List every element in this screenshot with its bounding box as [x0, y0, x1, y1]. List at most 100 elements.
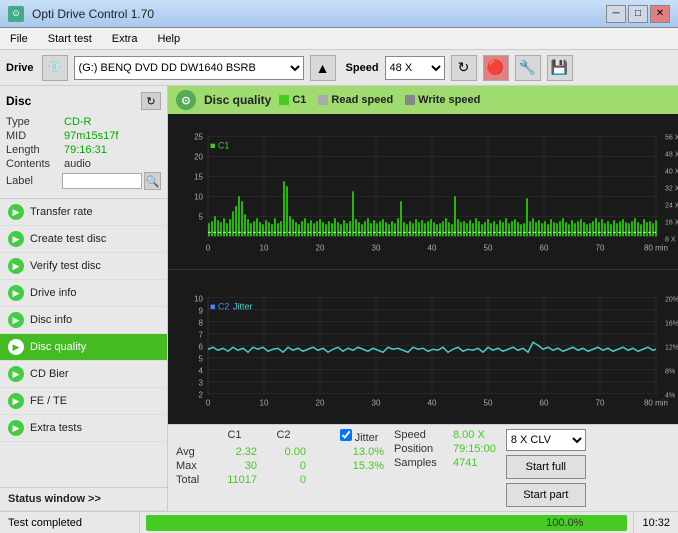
avg-c1: 2.32 — [212, 446, 257, 458]
status-window-button[interactable]: Status window >> — [0, 487, 167, 511]
position-value: 79:15:00 — [453, 443, 496, 455]
close-button[interactable]: ✕ — [650, 5, 670, 23]
sidebar-item-verify-test-disc[interactable]: ▶ Verify test disc — [0, 253, 167, 280]
minimize-button[interactable]: ─ — [606, 5, 626, 23]
legend-c1: C1 — [279, 94, 306, 106]
svg-text:10: 10 — [260, 243, 269, 252]
svg-text:3: 3 — [199, 378, 204, 387]
svg-text:25: 25 — [194, 132, 203, 141]
svg-text:Jitter: Jitter — [233, 301, 253, 311]
c1-chart-svg: 25 20 15 10 5 56 X 48 X 40 X 32 X 24 X 1… — [168, 114, 678, 269]
chart-top: 25 20 15 10 5 56 X 48 X 40 X 32 X 24 X 1… — [168, 114, 678, 270]
length-value: 79:16:31 — [64, 144, 107, 156]
sidebar-item-fe-te[interactable]: ▶ FE / TE — [0, 388, 167, 415]
jitter-checkbox[interactable] — [340, 429, 352, 441]
contents-value: audio — [64, 158, 91, 170]
maximize-button[interactable]: □ — [628, 5, 648, 23]
svg-text:10: 10 — [194, 192, 203, 201]
statusbar: Test completed 100.0% 10:32 — [0, 511, 678, 533]
drive-select[interactable]: (G:) BENQ DVD DD DW1640 BSRB — [74, 56, 304, 80]
save-button[interactable]: 💾 — [547, 55, 573, 81]
progress-label: 100.0% — [546, 517, 583, 529]
status-window-label: Status window >> — [8, 493, 101, 505]
svg-text:10: 10 — [260, 398, 269, 407]
disc-info-label: Disc info — [30, 314, 72, 326]
legend-c1-dot — [279, 95, 289, 105]
svg-text:20: 20 — [316, 398, 325, 407]
svg-text:20: 20 — [316, 243, 325, 252]
svg-text:20: 20 — [194, 152, 203, 161]
sidebar-item-drive-info[interactable]: ▶ Drive info — [0, 280, 167, 307]
mid-label: MID — [6, 130, 64, 142]
label-input[interactable] — [62, 173, 142, 189]
svg-text:50: 50 — [484, 398, 493, 407]
svg-text:32 X: 32 X — [665, 185, 678, 192]
svg-text:24 X: 24 X — [665, 202, 678, 209]
legend: C1 Read speed Write speed — [279, 94, 480, 106]
avg-c2: 0.00 — [261, 446, 306, 458]
sidebar-item-disc-quality[interactable]: ▶ Disc quality — [0, 334, 167, 361]
start-full-button[interactable]: Start full — [506, 455, 586, 479]
disc-info-icon: ▶ — [8, 312, 24, 328]
legend-write-speed-label: Write speed — [418, 94, 480, 106]
svg-text:48 X: 48 X — [665, 151, 678, 158]
legend-read-speed: Read speed — [318, 94, 393, 106]
speed-value: 8.00 X — [453, 429, 485, 441]
menubar: File Start test Extra Help — [0, 28, 678, 50]
sidebar-item-extra-tests[interactable]: ▶ Extra tests — [0, 415, 167, 442]
position-label: Position — [394, 443, 449, 455]
max-c1: 30 — [212, 460, 257, 472]
disc-quality-header-icon: ⊙ — [176, 90, 196, 110]
legend-write-speed: Write speed — [405, 94, 480, 106]
menu-help[interactable]: Help — [151, 31, 186, 47]
svg-text:8%: 8% — [665, 368, 675, 375]
sidebar-item-disc-info[interactable]: ▶ Disc info — [0, 307, 167, 334]
label-label: Label — [6, 175, 62, 187]
transfer-rate-icon: ▶ — [8, 204, 24, 220]
menu-start-test[interactable]: Start test — [42, 31, 98, 47]
drive-label: Drive — [6, 62, 34, 74]
max-label: Max — [176, 460, 208, 472]
disc-quality-label: Disc quality — [30, 341, 86, 353]
label-search-button[interactable]: 🔍 — [144, 172, 161, 190]
c2-header: C2 — [261, 429, 306, 444]
disc-refresh-button[interactable]: ↻ — [141, 92, 161, 110]
svg-text:9: 9 — [199, 306, 204, 315]
svg-text:10: 10 — [194, 294, 203, 303]
tools-button[interactable]: 🔧 — [515, 55, 541, 81]
svg-text:16 X: 16 X — [665, 219, 678, 226]
main-area: Disc ↻ Type CD-R MID 97m15s17f Length 79… — [0, 86, 678, 511]
sidebar: Disc ↻ Type CD-R MID 97m15s17f Length 79… — [0, 86, 168, 511]
disc-quality-icon: ▶ — [8, 339, 24, 355]
transfer-rate-label: Transfer rate — [30, 206, 93, 218]
avg-jitter: 13.0% — [334, 446, 384, 458]
svg-text:40: 40 — [428, 398, 437, 407]
sidebar-item-create-test-disc[interactable]: ▶ Create test disc — [0, 226, 167, 253]
speed-select[interactable]: 48 X 40 X 32 X 24 X 16 X 8 X — [385, 56, 445, 80]
clv-select[interactable]: 8 X CLV — [506, 429, 586, 451]
svg-text:7: 7 — [199, 330, 204, 339]
extra-tests-icon: ▶ — [8, 420, 24, 436]
drive-icon-btn[interactable]: 💿 — [42, 55, 68, 81]
verify-test-label: Verify test disc — [30, 260, 101, 272]
total-c2: 0 — [261, 474, 306, 486]
svg-text:50: 50 — [484, 243, 493, 252]
stats-bar: C1 C2 Jitter Avg 2.32 0.00 13.0% — [168, 424, 678, 511]
svg-text:■ C1: ■ C1 — [210, 140, 229, 150]
svg-text:40 X: 40 X — [665, 168, 678, 175]
menu-extra[interactable]: Extra — [106, 31, 144, 47]
start-part-button[interactable]: Start part — [506, 483, 586, 507]
eject-button[interactable]: ▲ — [310, 55, 336, 81]
menu-file[interactable]: File — [4, 31, 34, 47]
legend-read-speed-label: Read speed — [331, 94, 393, 106]
settings-button[interactable]: 🔴 — [483, 55, 509, 81]
sidebar-item-cd-bier[interactable]: ▶ CD Bier — [0, 361, 167, 388]
stats-table: C1 C2 Jitter Avg 2.32 0.00 13.0% — [176, 429, 384, 486]
disc-quality-title: Disc quality — [204, 93, 271, 107]
drive-info-label: Drive info — [30, 287, 76, 299]
sidebar-item-transfer-rate[interactable]: ▶ Transfer rate — [0, 199, 167, 226]
svg-text:2: 2 — [199, 390, 204, 399]
start-buttons-area: 8 X CLV Start full Start part — [506, 429, 586, 507]
svg-text:15: 15 — [194, 172, 203, 181]
refresh-button[interactable]: ↻ — [451, 55, 477, 81]
